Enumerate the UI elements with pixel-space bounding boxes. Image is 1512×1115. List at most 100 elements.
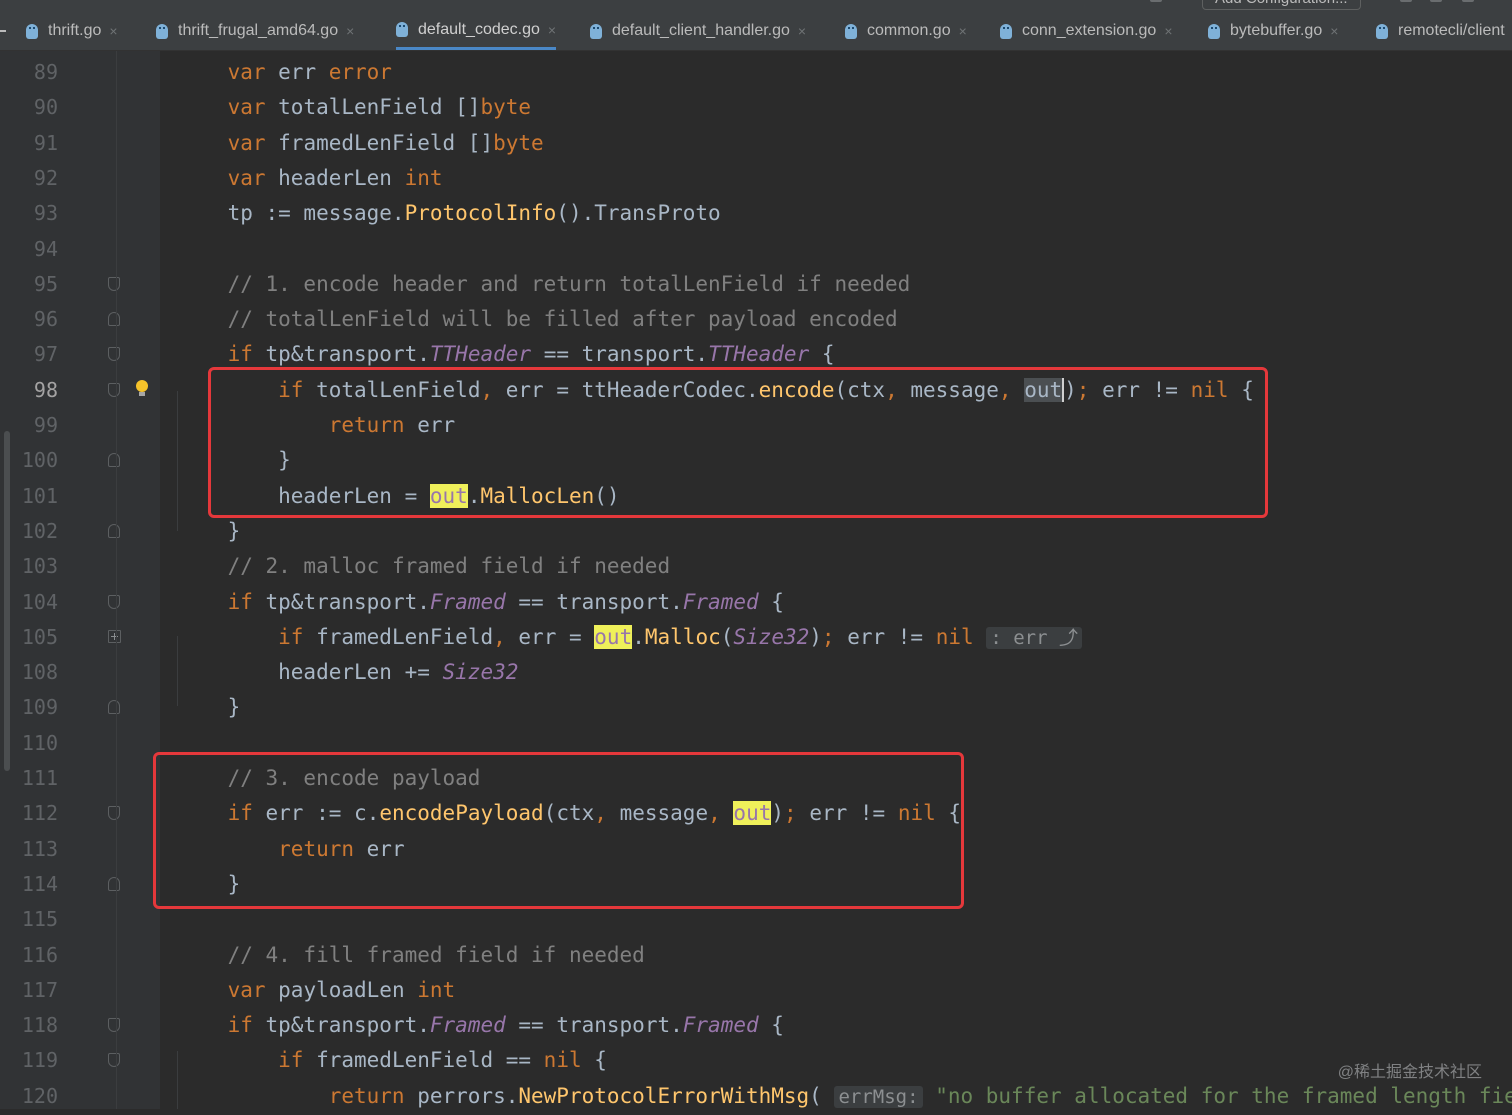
line-number[interactable]: 98 [14,373,58,408]
tab-label: conn_extension.go [1022,22,1157,39]
run-icon[interactable] [1400,0,1412,2]
tab-default-client-handler-go[interactable]: default_client_handler.go × [590,12,806,50]
debug-icon[interactable] [1430,0,1442,2]
line-number[interactable]: 100 [14,443,58,478]
close-icon[interactable]: × [959,23,967,39]
expand-fold-icon[interactable] [108,629,121,643]
indent-guide [177,1051,178,1109]
code-line[interactable]: 117 var payloadLen int [0,973,1512,1008]
code-text: } [177,518,241,543]
line-number[interactable]: 104 [14,585,58,620]
tab-label: default_client_handler.go [612,22,790,39]
line-number[interactable]: 92 [14,161,58,196]
code-text: tp := message.ProtocolInfo().TransProto [177,201,721,226]
code-line[interactable]: 102 } [0,514,1512,549]
tab-conn-extension-go[interactable]: conn_extension.go × [1000,12,1173,50]
fold-marker-icon[interactable] [108,312,120,327]
line-number[interactable]: 111 [14,761,58,796]
code-text: // 2. malloc framed field if needed [227,554,671,579]
fold-marker-icon[interactable] [108,1018,120,1033]
line-number[interactable]: 109 [14,690,58,725]
intention-bulb-icon[interactable] [135,379,149,398]
code-line[interactable]: 91 var framedLenField []byte [0,126,1512,161]
stop-icon[interactable] [1462,0,1474,2]
line-number[interactable]: 114 [14,867,58,902]
code-line[interactable]: 93 tp := message.ProtocolInfo().TransPro… [0,196,1512,231]
code-line[interactable]: 103 // 2. malloc framed field if needed [0,549,1512,584]
line-number[interactable]: 99 [14,408,58,443]
code-line[interactable]: 119 if framedLenField == nil { [0,1043,1512,1078]
tab-label: thrift.go [48,22,102,39]
code-editor[interactable]: 89 var err error 90 var totalLenField []b… [0,51,1512,1109]
tab-bytebuffer-go[interactable]: bytebuffer.go × [1208,12,1338,50]
fold-marker-icon[interactable] [108,876,120,891]
tab-label: remotecli/client [1398,22,1505,39]
code-line[interactable]: 90 var totalLenField []byte [0,90,1512,125]
line-number[interactable]: 119 [14,1043,58,1078]
tab-thrift-go[interactable]: thrift.go × [26,12,118,50]
tab-common-go[interactable]: common.go × [845,12,967,50]
code-text: if framedLenField, err = out.Malloc(Size… [177,620,1082,656]
fold-marker-icon[interactable] [108,382,120,397]
line-number[interactable]: 118 [14,1008,58,1043]
line-number[interactable]: 101 [14,479,58,514]
indent-guide [177,391,178,531]
line-number[interactable]: 89 [14,55,58,90]
line-number[interactable]: 94 [14,232,58,267]
close-icon[interactable]: × [798,23,806,39]
tab-remotecli-client[interactable]: remotecli/client [1376,12,1505,50]
line-number[interactable]: 115 [14,902,58,937]
code-text: if tp&transport.Framed == transport.Fram… [227,1013,784,1038]
close-icon[interactable]: × [1330,23,1338,39]
close-icon[interactable]: × [109,23,117,39]
code-line[interactable]: 118 if tp&transport.Framed == transport.… [0,1008,1512,1043]
tab-thrift-frugal-amd64-go[interactable]: thrift_frugal_amd64.go × [156,12,354,50]
line-number[interactable]: 105 [14,620,58,655]
line-number[interactable]: 112 [14,796,58,831]
fold-marker-icon[interactable] [108,1053,120,1068]
line-number[interactable]: 108 [14,655,58,690]
code-line[interactable]: 94 [0,232,1512,267]
code-line[interactable]: 108 headerLen += Size32 [0,655,1512,690]
line-number[interactable]: 113 [14,832,58,867]
code-line[interactable]: 104 if tp&transport.Framed == transport.… [0,585,1512,620]
fold-marker-icon[interactable] [108,453,120,468]
fold-marker-icon[interactable] [108,276,120,291]
code-text: // 4. fill framed field if needed [227,942,645,967]
line-number[interactable]: 102 [14,514,58,549]
line-number[interactable]: 97 [14,337,58,372]
line-number[interactable]: 120 [14,1079,58,1114]
code-line[interactable]: 116 // 4. fill framed field if needed [0,938,1512,973]
line-number[interactable]: 117 [14,973,58,1008]
line-number[interactable]: 96 [14,302,58,337]
line-number[interactable]: 91 [14,126,58,161]
close-icon[interactable]: × [346,23,354,39]
fold-marker-icon[interactable] [108,700,120,715]
code-line[interactable]: 96 // totalLenField will be filled after… [0,302,1512,337]
code-line[interactable]: 92 var headerLen int [0,161,1512,196]
fold-marker-icon[interactable] [108,806,120,821]
line-number[interactable]: 116 [14,938,58,973]
add-configuration-button[interactable]: Add Configuration... [1202,0,1361,10]
top-toolbar: Add Configuration... [1150,0,1512,10]
line-number[interactable]: 103 [14,549,58,584]
line-number[interactable]: 90 [14,90,58,125]
go-file-icon [1208,23,1220,39]
close-icon[interactable]: × [1164,23,1172,39]
code-line[interactable]: 109 } [0,690,1512,725]
go-file-icon [26,23,38,39]
tab-scroll-indicator [0,30,6,32]
line-number[interactable]: 110 [14,726,58,761]
tab-default-codec-go[interactable]: default_codec.go × [396,12,557,50]
fold-marker-icon[interactable] [108,594,120,609]
code-line[interactable]: 95 // 1. encode header and return totalL… [0,267,1512,302]
fold-marker-icon[interactable] [108,347,120,362]
toolbar-icon[interactable] [1150,0,1162,2]
close-icon[interactable]: × [548,22,556,38]
fold-marker-icon[interactable] [108,523,120,538]
line-number[interactable]: 95 [14,267,58,302]
code-line[interactable]: 89 var err error [0,55,1512,90]
line-number[interactable]: 93 [14,196,58,231]
editor-tab-bar: Add Configuration... thrift.go×thrift_fr… [0,0,1512,51]
code-line[interactable]: 105 if framedLenField, err = out.Malloc(… [0,620,1512,655]
